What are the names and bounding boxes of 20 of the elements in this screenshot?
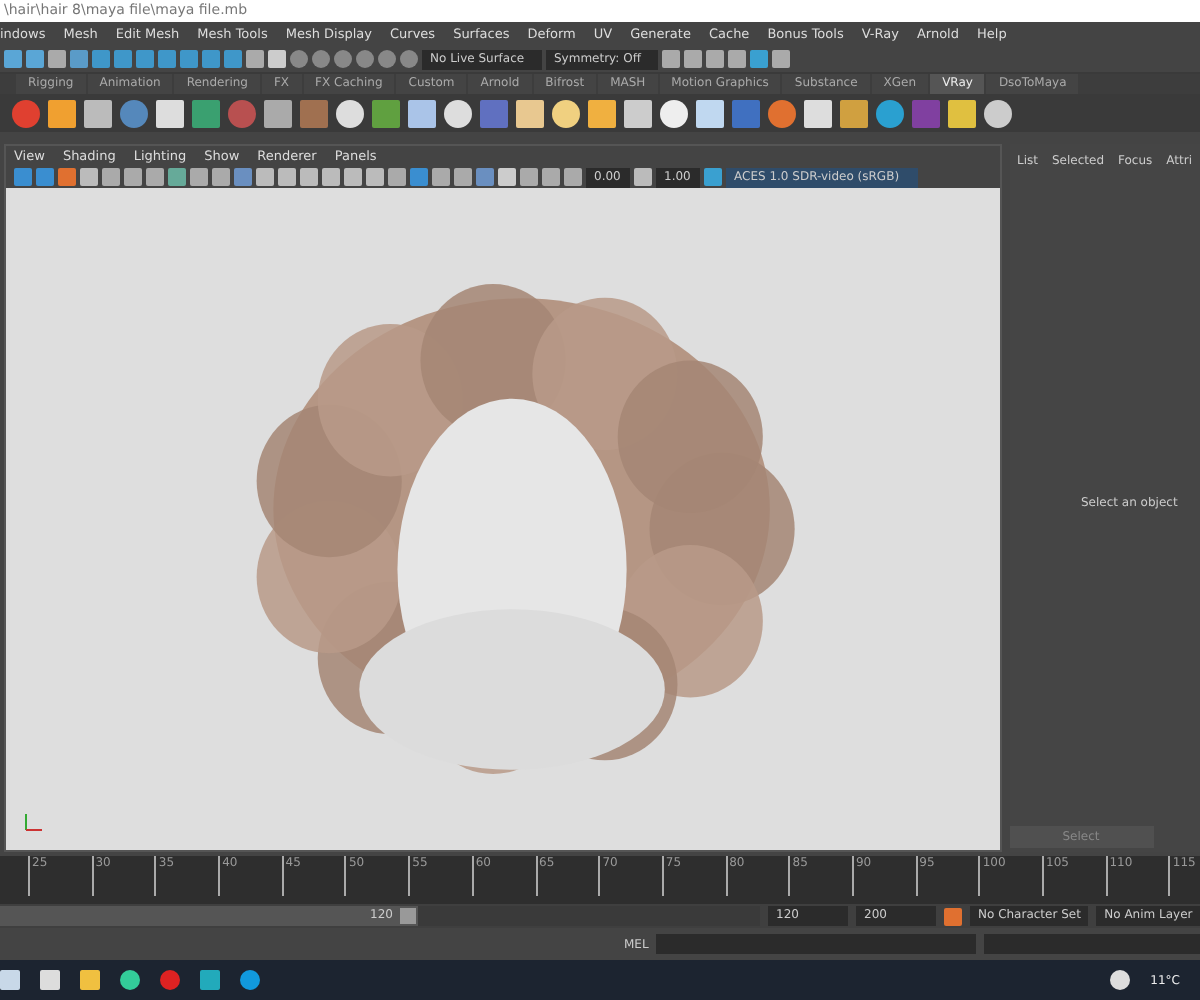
shelf-tool-icon[interactable]	[408, 99, 436, 127]
range-slider[interactable]	[0, 906, 418, 926]
axis-icon	[22, 814, 42, 834]
shelf-tool-icon[interactable]	[552, 99, 580, 127]
shelf-tool-icon[interactable]	[660, 99, 688, 127]
shelf-tool-icon[interactable]	[156, 99, 184, 127]
shelf-tool-icon[interactable]	[696, 99, 724, 127]
shelf-tool-icon[interactable]	[984, 99, 1012, 127]
shelf-tool-icon[interactable]	[624, 99, 652, 127]
shelf-tool-icon[interactable]	[48, 99, 76, 127]
shelf-tool-icon[interactable]	[588, 99, 616, 127]
shelf-tool-icon[interactable]	[336, 99, 364, 127]
shelf-tool-icon[interactable]	[84, 99, 112, 127]
shelf-tool-icon[interactable]	[264, 99, 292, 127]
shelf-tool-icon[interactable]	[840, 99, 868, 127]
shelf-tool-icon[interactable]	[948, 99, 976, 127]
shelf-tool-icon[interactable]	[516, 99, 544, 127]
command-field[interactable]	[656, 934, 977, 954]
shelf-tool-icon[interactable]	[804, 99, 832, 127]
shelf-tool-icon[interactable]	[444, 99, 472, 127]
